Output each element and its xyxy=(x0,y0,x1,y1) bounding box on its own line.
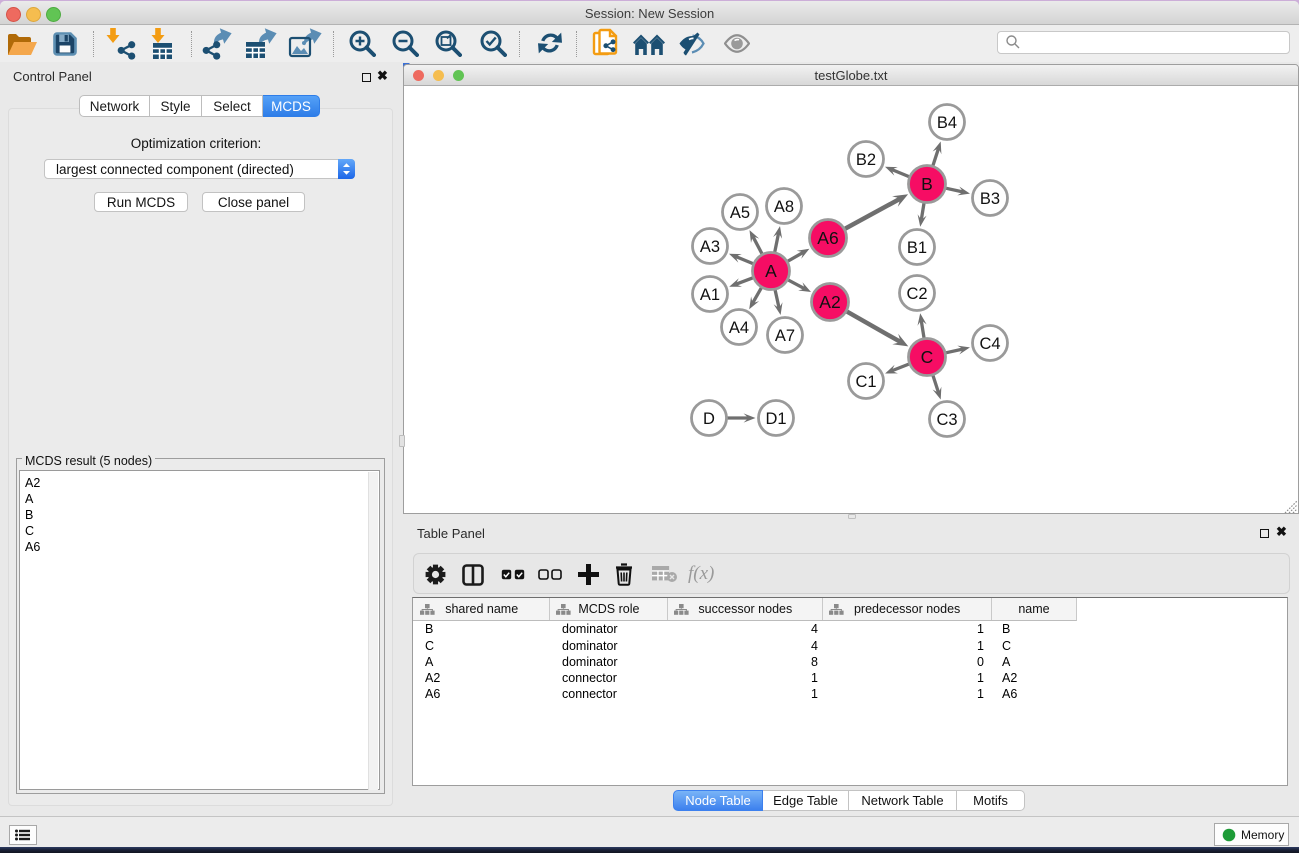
svg-text:C4: C4 xyxy=(979,335,1000,353)
svg-text:A5: A5 xyxy=(730,204,750,222)
svg-text:C3: C3 xyxy=(936,411,957,429)
svg-text:A2: A2 xyxy=(819,292,840,312)
svg-text:A7: A7 xyxy=(775,327,795,345)
svg-text:D1: D1 xyxy=(765,410,786,428)
svg-text:A1: A1 xyxy=(700,286,720,304)
svg-text:C1: C1 xyxy=(855,373,876,391)
svg-text:f(x): f(x) xyxy=(688,563,714,584)
svg-text:A6: A6 xyxy=(817,228,838,248)
svg-text:B1: B1 xyxy=(907,239,927,257)
svg-text:A8: A8 xyxy=(774,198,794,216)
svg-text:A3: A3 xyxy=(700,238,720,256)
svg-text:B3: B3 xyxy=(980,190,1000,208)
svg-text:C2: C2 xyxy=(906,285,927,303)
svg-text:B2: B2 xyxy=(856,151,876,169)
svg-text:A4: A4 xyxy=(729,319,749,337)
svg-text:D: D xyxy=(703,410,715,428)
svg-text:C: C xyxy=(921,347,934,367)
svg-text:A: A xyxy=(765,261,777,281)
svg-text:B: B xyxy=(921,174,933,194)
svg-text:B4: B4 xyxy=(937,114,957,132)
